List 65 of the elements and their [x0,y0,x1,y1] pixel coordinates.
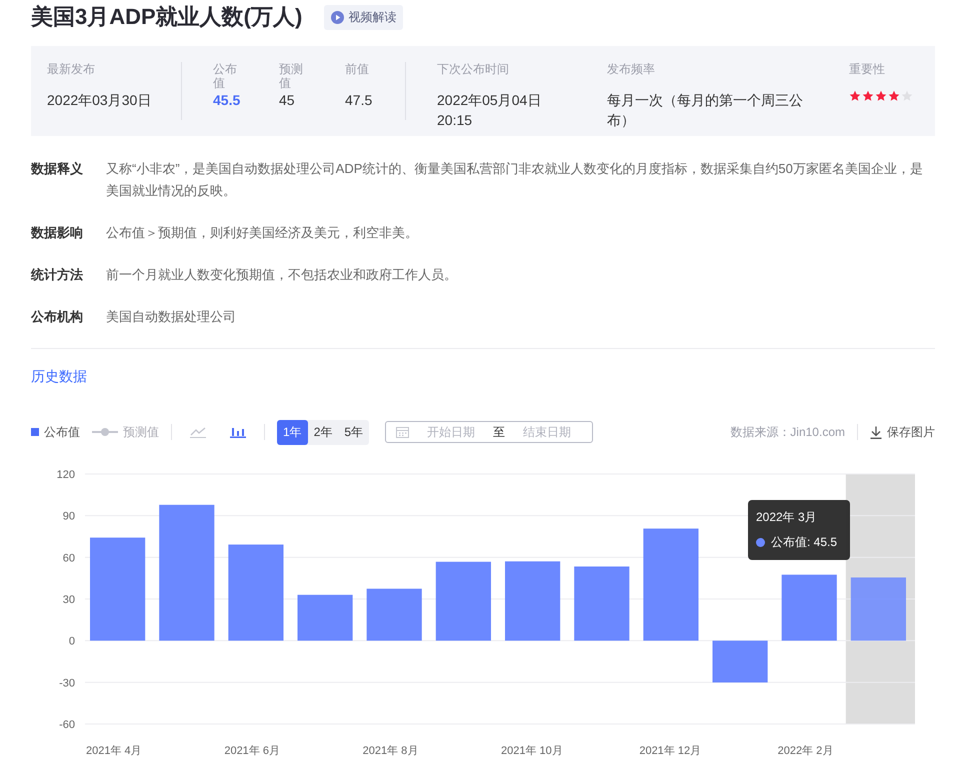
video-button[interactable]: 视频解读 [324,4,404,30]
y-axis-label: 120 [56,469,75,481]
start-date-input[interactable]: 开始日期 [417,424,486,440]
bar [366,588,422,641]
star-icon [862,90,874,102]
detail-label: 统计方法 [31,266,84,284]
detail-text: 前一个月就业人数变化预期值，不包括农业和政府工作人员。 [106,266,458,284]
summary-label: 公布值 [213,62,238,90]
series-dot [756,538,765,547]
x-axis-label: 2021年 10月 [501,745,563,757]
x-axis-label: 2021年 12月 [639,745,702,757]
summary-label: 下次公布时间 [437,62,510,78]
section-title: 历史数据 [31,368,88,386]
star-icon [875,90,887,102]
page-title: 美国3月ADP就业人数(万人) [31,3,302,31]
summary-value: 2022年03月30日 [47,91,152,110]
data-source: 数据来源：Jin10.com [730,424,845,440]
summary-value: 每月一次（每月的第一个周三公布） [607,91,804,130]
summary-label: 前值 [345,62,370,78]
range-tab[interactable]: 2年 [308,420,338,444]
y-axis-label: -60 [59,719,75,731]
y-axis-label: 90 [62,510,75,523]
detail-text: 又称“小非农”，是美国自动数据处理公司ADP统计的、衡量美国私营部门非农就业人数变化的月度指标，数据采集自约50万家匿名美国企业，是美国就业情况的反映。 [106,160,924,200]
legend-square-icon [31,428,39,436]
bar [712,640,768,682]
x-axis-label: 2022年 2月 [778,745,834,757]
range-tab[interactable]: 5年 [338,420,370,444]
detail-label: 数据释义 [31,160,84,178]
summary-value: 2022年05月04日 20:15 [437,91,542,130]
legend-item[interactable]: 公布值 [31,424,80,440]
date-range-field[interactable]: 开始日期 至 结束日期 [385,421,594,443]
x-axis-label: 2021年 6月 [224,745,280,757]
summary-value: 45.5 [213,91,242,110]
x-axis-label: 2021年 4月 [86,745,142,757]
detail-text: 公布值＞预期值，则利好美国经济及美元，利空非美。 [106,224,419,242]
summary-value: 45 [279,91,296,110]
y-axis-label: -30 [59,677,75,690]
summary-label: 最新发布 [47,62,96,78]
summary-label: 预测值 [279,62,304,90]
legend-line-icon [92,427,118,437]
y-axis-label: 30 [62,594,75,606]
summary-value: 47.5 [345,91,374,110]
bar [850,577,906,641]
summary-label: 发布频率 [607,62,656,78]
star-icon [901,90,913,102]
tooltip-value: 公布值: 45.5 [771,534,838,551]
calendar-icon [396,426,410,438]
tooltip-title: 2022年 3月 [756,509,818,526]
bar [298,594,353,641]
summary-label: 重要性 [849,62,886,78]
y-axis-label: 0 [68,636,75,648]
save-image-button[interactable]: 保存图片 [870,424,935,440]
date-separator: 至 [493,424,506,440]
end-date-input[interactable]: 结束日期 [513,424,582,440]
y-axis-label: 60 [62,552,75,564]
x-axis-label: 2021年 8月 [362,745,418,757]
star-icon [849,90,861,102]
detail-label: 公布机构 [31,308,84,326]
download-icon [870,426,882,438]
bar [782,574,837,641]
play-icon [331,10,344,24]
detail-label: 数据影响 [31,224,84,242]
detail-text: 美国自动数据处理公司 [106,308,237,326]
range-tab[interactable]: 1年 [277,420,308,444]
star-icon [888,90,900,102]
